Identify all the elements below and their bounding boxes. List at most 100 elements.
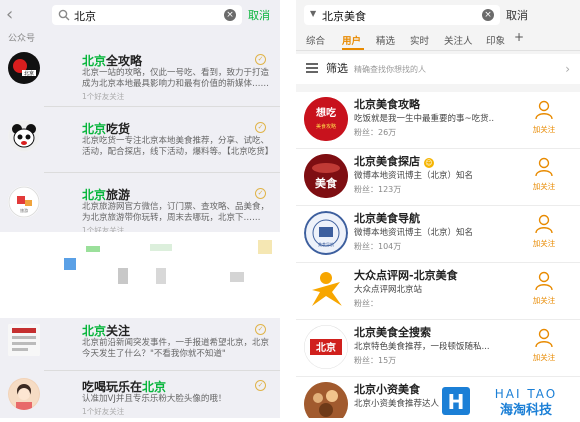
account-description: 北京旅游网官方微信，订门票、查攻略、品美食，为北京旅游带你玩转，周末去哪玩，北京…	[82, 202, 270, 223]
dropdown-triangle-icon[interactable]: ▼	[310, 9, 316, 18]
user-fans: 粉丝：123万	[354, 185, 402, 194]
user-description: 大众点评网北京站	[354, 285, 423, 295]
account-meta: 1个好友关注	[82, 407, 125, 416]
back-arrow-icon[interactable]: ‹	[6, 6, 20, 24]
watermark-line1: HAI TAO	[495, 387, 557, 401]
avatar	[8, 120, 40, 152]
blurred-region	[0, 232, 280, 318]
tab-comprehensive[interactable]: 综合	[306, 33, 325, 47]
weibo-search-input[interactable]: ▼ 北京美食 ×	[304, 5, 500, 25]
svg-text:美食攻略: 美食攻略	[316, 123, 336, 130]
user-row[interactable]: 想吃 美食攻略 北京美食攻略 吃饭就是我一生中最重要的事~吃货... 粉丝：26万…	[296, 92, 580, 149]
account-name: 北京全攻略	[82, 54, 143, 68]
blur-block	[156, 268, 166, 284]
user-fans: 粉丝：26万	[354, 128, 397, 137]
search-tabs: 综合 用户 精选 实时 关注人 印象 +	[296, 28, 580, 51]
user-row[interactable]: 美食 北京美食探店 ☺ 微博本地资讯博主（北京）知名 粉丝：123万 加关注	[296, 149, 580, 206]
tab-selected[interactable]: 精选	[376, 33, 395, 47]
account-name: 北京旅游	[82, 188, 131, 202]
blur-block	[258, 240, 272, 254]
user-row[interactable]: 大众点评网-北京美食 大众点评网北京站 粉丝： 加关注	[296, 263, 580, 320]
follow-button[interactable]: 加关注	[522, 212, 566, 252]
weibo-search-panel: ▼ 北京美食 × 取消 综合 用户 精选 实时 关注人 印象 + 筛选 精确查找…	[296, 0, 580, 418]
divider	[44, 172, 280, 173]
svg-text:美食导航: 美食导航	[318, 241, 334, 247]
filter-row[interactable]: 筛选 精确查找你想找的人 ›	[296, 54, 580, 84]
tab-users[interactable]: 用户	[342, 33, 361, 47]
account-item[interactable]: 北京关注 ✓ 北京前沿新闻突发事件，一手报道希望北京，北京今天发生了什么？"不看…	[0, 318, 280, 372]
avatar: 美食	[304, 154, 348, 198]
search-query: 北京美食	[322, 10, 366, 23]
avatar	[304, 268, 348, 312]
add-user-icon	[535, 157, 553, 177]
tab-impression[interactable]: 印象	[486, 33, 505, 47]
avatar: 北京	[8, 52, 40, 84]
cancel-button[interactable]: 取消	[506, 7, 528, 23]
account-description: 北京前沿新闻突发事件，一手报道希望北京，北京今天发生了什么？"不看我你就不知道"	[82, 338, 270, 359]
tab-following[interactable]: 关注人	[444, 33, 473, 47]
blur-block	[64, 258, 76, 270]
svg-text:想吃: 想吃	[315, 106, 336, 119]
account-item[interactable]: 旅游 北京旅游 ✓ 北京旅游网官方微信，订门票、查攻略、品美食，为北京旅游带你玩…	[0, 178, 280, 236]
verified-icon: ✓	[255, 380, 266, 391]
add-tab-icon[interactable]: +	[514, 30, 524, 44]
account-name: 吃喝玩乐在北京	[82, 380, 167, 394]
add-user-icon	[535, 214, 553, 234]
svg-text:北京: 北京	[316, 341, 336, 354]
account-meta: 1个好友关注	[82, 92, 125, 101]
avatar	[8, 378, 40, 410]
add-user-icon	[535, 271, 553, 291]
watermark-logo: H HAI TAO 海淘科技	[440, 384, 580, 418]
add-user-icon	[535, 100, 553, 120]
watermark-letter: H	[448, 390, 465, 414]
follow-button[interactable]: 加关注	[522, 155, 566, 195]
follow-button[interactable]: 加关注	[522, 326, 566, 366]
verified-icon: ✓	[255, 54, 266, 65]
avatar	[304, 382, 348, 418]
account-item[interactable]: 吃喝玩乐在北京 ✓ 认准加VJ并且专乐乐粉大脸头像的哦！ 1个好友关注	[0, 374, 280, 418]
account-description: 北京一站的攻略，仅此一号吃、看到，致力于打造成为北京本地最具影响力和最有价值的新…	[82, 68, 270, 89]
cancel-button[interactable]: 取消	[248, 7, 270, 23]
verified-icon: ✓	[255, 188, 266, 199]
tab-realtime[interactable]: 实时	[410, 33, 429, 47]
blur-block	[230, 272, 244, 282]
avatar: 想吃 美食攻略	[304, 97, 348, 141]
follow-label: 加关注	[532, 353, 556, 362]
user-name: 北京美食全搜索	[354, 326, 431, 339]
divider	[44, 370, 280, 371]
follow-button[interactable]: 加关注	[522, 98, 566, 138]
blur-block	[150, 244, 172, 251]
user-row[interactable]: 北京 北京美食全搜索 北京特色美食推荐，一段顿饭随私... 粉丝：15万 加关注	[296, 320, 580, 377]
user-name: 北京美食导航	[354, 212, 420, 225]
avatar	[8, 324, 40, 356]
panel-gap	[280, 0, 296, 418]
wechat-search-bar: ‹ 北京 × 取消	[0, 0, 280, 30]
account-item[interactable]: 北京吃货 ✓ 北京吃货一专注北京本地美食推荐，分享、试吃、活动，配合探店，线下活…	[0, 112, 280, 170]
blur-block	[118, 268, 128, 284]
blur-block	[86, 246, 100, 252]
wechat-search-input[interactable]: 北京 ×	[52, 5, 242, 25]
avatar: 北京	[304, 325, 348, 369]
clear-icon[interactable]: ×	[224, 9, 236, 21]
filter-icon	[306, 63, 318, 73]
verified-icon: ✓	[255, 122, 266, 133]
filter-subtitle: 精确查找你想找的人	[354, 65, 426, 74]
follow-button[interactable]: 加关注	[522, 269, 566, 309]
search-query: 北京	[74, 10, 96, 23]
follow-label: 加关注	[532, 296, 556, 305]
user-description: 微博本地资讯博主（北京）知名	[354, 228, 474, 238]
user-fans: 粉丝：104万	[354, 242, 402, 251]
watermark-line2: 海淘科技	[500, 402, 553, 418]
account-item[interactable]: 北京 北京全攻略 ✓ 北京一站的攻略，仅此一号吃、看到，致力于打造成为北京本地最…	[0, 44, 280, 102]
chevron-right-icon: ›	[565, 62, 570, 76]
user-row[interactable]: 美食导航 北京美食导航 微博本地资讯博主（北京）知名 粉丝：104万 加关注	[296, 206, 580, 263]
user-name: 北京小资美食	[354, 383, 420, 396]
avatar: 旅游	[8, 186, 40, 218]
svg-text:旅游: 旅游	[20, 207, 28, 213]
follow-label: 加关注	[532, 125, 556, 134]
user-description: 北京特色美食推荐，一段顿饭随私...	[354, 342, 490, 352]
account-description: 认准加VJ并且专乐乐粉大脸头像的哦！	[82, 394, 227, 404]
account-name: 北京关注	[82, 324, 131, 338]
clear-icon[interactable]: ×	[482, 9, 494, 21]
account-name: 北京吃货	[82, 122, 131, 136]
